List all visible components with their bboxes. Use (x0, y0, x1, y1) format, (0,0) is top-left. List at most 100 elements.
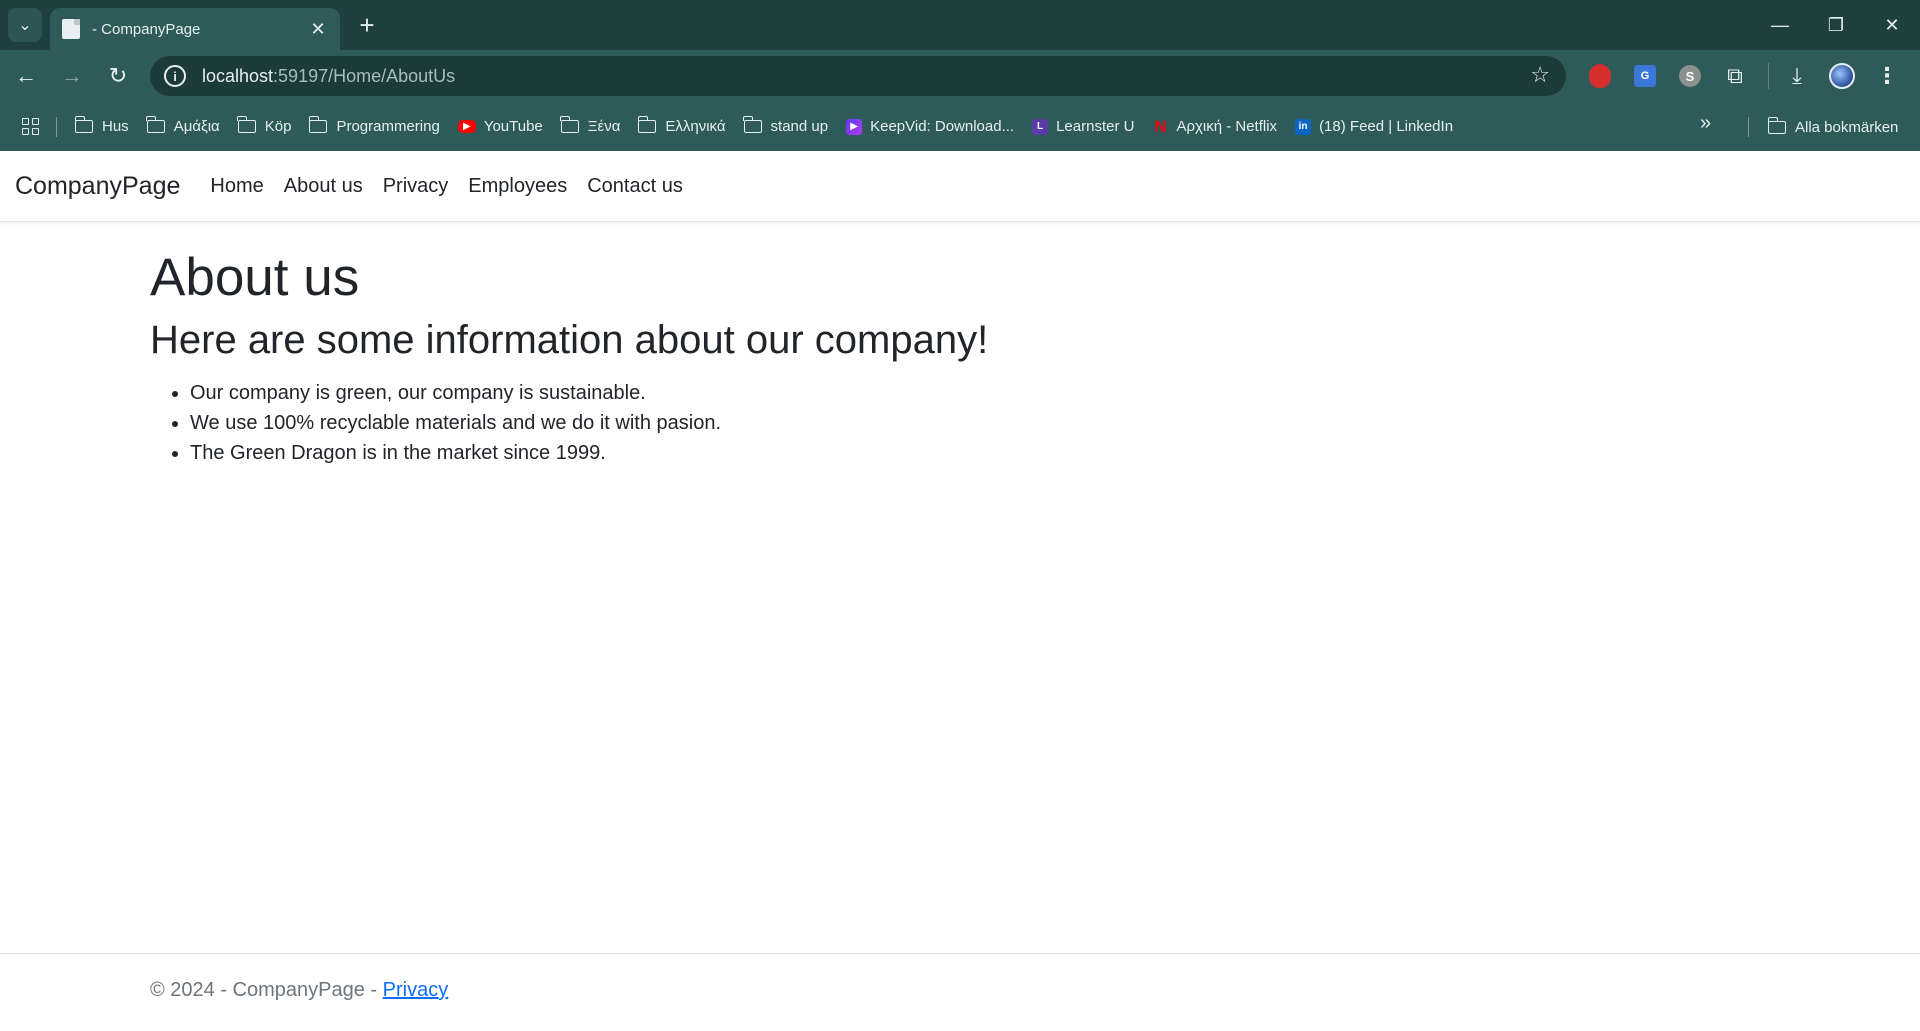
minimize-button[interactable]: — (1752, 0, 1808, 50)
folder-icon (743, 116, 762, 133)
extensions-area: G S ⧉ ⤓ ⋮ (1580, 56, 1912, 96)
list-item: The Green Dragon is in the market since … (190, 438, 1920, 468)
nav-link-privacy[interactable]: Privacy (373, 175, 459, 198)
browser-chrome: ⌄ - CompanyPage ✕ + — ❐ ✕ ← → ↻ i localh… (0, 0, 1920, 151)
tab-title: - CompanyPage (92, 20, 201, 38)
bookmark-amaxia[interactable]: Αμάξια (139, 112, 230, 142)
adblock-hand-icon (1589, 64, 1611, 88)
bookmark-label: Αρχική - Netflix (1176, 118, 1278, 135)
active-tab[interactable]: - CompanyPage ✕ (50, 8, 340, 50)
bookmark-stand-up[interactable]: stand up (736, 112, 839, 142)
learnster-icon: L (1032, 118, 1049, 135)
tab-search-button[interactable]: ⌄ (8, 8, 42, 42)
bookmark-linkedin[interactable]: in (18) Feed | LinkedIn (1287, 112, 1463, 142)
close-tab-icon[interactable]: ✕ (306, 19, 330, 40)
list-item: We use 100% recyclable materials and we … (190, 408, 1920, 438)
bookmark-label: Learnster U (1056, 118, 1135, 135)
bookmark-ellinika[interactable]: Ελληνικά (630, 112, 735, 142)
chevron-down-icon: ⌄ (18, 17, 32, 34)
bookmark-label: Αμάξια (173, 118, 220, 135)
company-facts-list: Our company is green, our company is sus… (150, 378, 1920, 468)
bookmark-hus[interactable]: Hus (67, 112, 139, 142)
translate-icon: G (1634, 65, 1656, 87)
site-footer: © 2024 - CompanyPage - Privacy (0, 953, 1920, 1031)
bookmark-netflix[interactable]: N Αρχική - Netflix (1144, 112, 1287, 142)
bookmark-label: Hus (102, 118, 129, 135)
nav-link-about-us[interactable]: About us (274, 175, 373, 198)
close-window-button[interactable]: ✕ (1864, 0, 1920, 50)
page-favicon-icon (62, 19, 80, 39)
bookmark-keepvid[interactable]: ▶ KeepVid: Download... (838, 112, 1024, 142)
s-extension-button[interactable]: S (1670, 56, 1710, 96)
more-bookmarks-icon[interactable]: » (1700, 112, 1711, 135)
page-title: About us (150, 248, 360, 307)
translate-extension-button[interactable]: G (1625, 56, 1665, 96)
site-info-icon[interactable]: i (164, 65, 186, 87)
nav-link-home[interactable]: Home (200, 175, 273, 198)
adblock-extension-button[interactable] (1580, 56, 1620, 96)
copyright-text: © 2024 - CompanyPage - (150, 979, 383, 1001)
toolbar-divider (1768, 63, 1769, 89)
list-item: Our company is green, our company is sus… (190, 378, 1920, 408)
nav-link-contact-us[interactable]: Contact us (577, 175, 693, 198)
extensions-button[interactable]: ⧉ (1715, 56, 1755, 96)
back-button[interactable]: ← (6, 56, 46, 96)
footer-privacy-link[interactable]: Privacy (383, 979, 449, 1001)
bookmark-label: YouTube (483, 118, 543, 135)
folder-icon (146, 116, 165, 133)
nav-link-employees[interactable]: Employees (458, 175, 577, 198)
puzzle-icon: ⧉ (1727, 63, 1743, 88)
all-bookmarks-button[interactable]: Alla bokmärken (1760, 112, 1908, 142)
bookmark-label: Ελληνικά (665, 118, 726, 135)
new-tab-button[interactable]: + (352, 10, 382, 40)
bookmarks-divider (56, 116, 57, 137)
folder-icon (308, 116, 328, 133)
all-bookmarks-label: Alla bokmärken (1795, 118, 1899, 136)
footer-text: © 2024 - CompanyPage - Privacy (150, 979, 448, 1002)
address-bar[interactable]: i localhost:59197/Home/AboutUs ☆ (150, 56, 1566, 96)
site-navbar: CompanyPage Home About us Privacy Employ… (0, 151, 1920, 222)
bookmarks-divider (1748, 117, 1749, 137)
browser-menu-button[interactable]: ⋮ (1867, 56, 1907, 96)
folder-icon (1767, 116, 1786, 134)
browser-toolbar: ← → ↻ i localhost:59197/Home/AboutUs ☆ G… (0, 50, 1920, 102)
bookmark-star-icon[interactable]: ☆ (1530, 62, 1550, 88)
keepvid-icon: ▶ (846, 118, 863, 135)
forward-button[interactable]: → (52, 56, 92, 96)
url-host: localhost (202, 65, 274, 86)
folder-icon (637, 116, 657, 133)
bookmarks-bar: Hus Αμάξια Köp Programmering ▶ YouTube Ξέ… (0, 102, 1920, 151)
bookmark-kop[interactable]: Köp (230, 112, 302, 142)
url-text[interactable]: localhost:59197/Home/AboutUs (202, 66, 455, 87)
site-brand-link[interactable]: CompanyPage (15, 172, 180, 201)
bookmark-label: stand up (770, 118, 829, 135)
linkedin-icon: in (1295, 118, 1312, 135)
bookmark-programmering[interactable]: Programmering (301, 112, 449, 142)
folder-icon (237, 116, 256, 133)
bookmark-label: (18) Feed | LinkedIn (1319, 118, 1454, 135)
avatar (1829, 63, 1855, 89)
bookmark-learnster[interactable]: L Learnster U (1024, 112, 1144, 142)
page-subtitle: Here are some information about our comp… (150, 317, 989, 362)
bookmark-label: Ξένα (587, 118, 621, 135)
folder-icon (74, 116, 93, 133)
downloads-button[interactable]: ⤓ (1777, 56, 1817, 96)
bookmark-label: Programmering (336, 118, 440, 135)
bookmark-xena[interactable]: Ξένα (553, 112, 631, 142)
netflix-icon: N (1154, 116, 1167, 136)
s-extension-icon: S (1679, 65, 1701, 87)
apps-grid-icon[interactable] (12, 112, 48, 142)
youtube-icon: ▶ (457, 120, 476, 133)
url-path: :59197/Home/AboutUs (273, 65, 456, 86)
profile-button[interactable] (1822, 56, 1862, 96)
bookmark-label: KeepVid: Download... (870, 118, 1015, 135)
tab-strip: ⌄ - CompanyPage ✕ + — ❐ ✕ (0, 0, 1920, 50)
reload-button[interactable]: ↻ (98, 56, 138, 96)
window-controls: — ❐ ✕ (1752, 0, 1920, 50)
restore-button[interactable]: ❐ (1808, 0, 1864, 50)
download-icon: ⤓ (1792, 63, 1802, 88)
main-content: About us Here are some information about… (0, 246, 1920, 468)
bookmark-youtube[interactable]: ▶ YouTube (450, 112, 553, 142)
kebab-menu-icon: ⋮ (1876, 63, 1898, 88)
folder-icon (560, 116, 579, 133)
